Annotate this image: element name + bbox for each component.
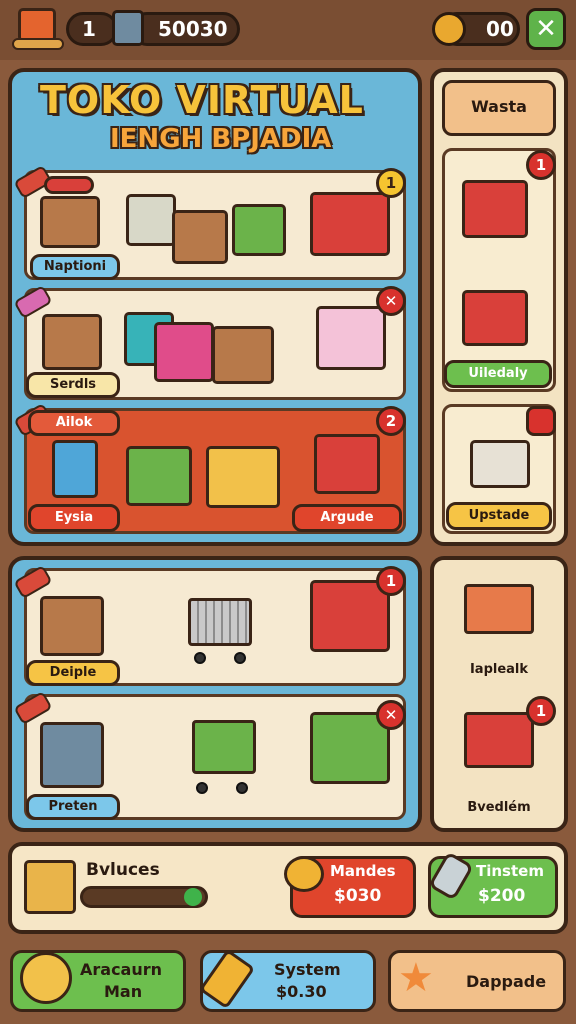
side-item-badge: 1 (526, 150, 556, 180)
progress-check-icon (184, 888, 202, 906)
info-title: Bvluces (86, 860, 160, 880)
cart-wheel (236, 782, 248, 794)
bow-box-item[interactable] (40, 596, 104, 656)
bow-grey-box-item[interactable] (40, 722, 104, 788)
package-item[interactable] (42, 314, 102, 370)
upstade-label[interactable]: Upstade (446, 502, 552, 530)
box-item[interactable] (40, 196, 100, 248)
gift-item[interactable] (232, 204, 286, 256)
level-value: 1 (82, 17, 96, 41)
cart-side-item-1[interactable] (464, 584, 534, 634)
offer-mandes-line1: Mandes (330, 862, 396, 880)
rolled-item[interactable] (44, 176, 94, 194)
offer-tinstem-line1: Tinstem (476, 862, 544, 880)
full-cart-item[interactable] (192, 720, 256, 774)
gear-icon (20, 952, 72, 1004)
produce-cart-item[interactable] (310, 192, 390, 256)
register-item[interactable] (314, 434, 380, 494)
books-item[interactable] (470, 440, 530, 488)
shelf-3-right-label[interactable]: Argudе (292, 504, 402, 532)
joystick-box-item[interactable] (172, 210, 228, 264)
cash-register-icon (112, 10, 144, 46)
coin-bag-icon (284, 856, 324, 892)
ticket-icon (432, 12, 466, 46)
shelf-1-badge: 1 (376, 168, 406, 198)
lower-shelf-2-label: Preten (26, 794, 120, 820)
home-crate-icon[interactable] (12, 4, 64, 52)
store-subtitle: IENGH BPJADIA (110, 124, 332, 154)
cart-side-item-2[interactable] (464, 712, 534, 768)
veggie-cart-item[interactable] (310, 580, 390, 652)
gift-red-item[interactable] (462, 290, 528, 346)
nav-2-line2: $0.30 (276, 982, 327, 1001)
shelf-3-header: Ailok (28, 410, 120, 436)
coins-value: 50030 (158, 17, 228, 41)
side-item-label[interactable]: Uiledaly (444, 360, 552, 388)
gift-box-item[interactable] (316, 306, 386, 370)
close-button[interactable]: ✕ (526, 8, 566, 50)
shelf-3-left-label[interactable]: Eysia (28, 504, 120, 532)
grid-icon[interactable] (526, 406, 556, 436)
nav-1-line2: Man (104, 982, 143, 1001)
lower-side-badge: 1 (526, 696, 556, 726)
parcel-item[interactable] (126, 194, 176, 246)
store-title: TOKO VIRTUAL (40, 78, 364, 122)
tablet-item[interactable] (52, 440, 98, 498)
lower-side-label-1: Iaplealk (469, 662, 529, 677)
cart-wheel (196, 782, 208, 794)
lower-side-label-2: Bvedlém (467, 800, 531, 815)
gift-item[interactable] (126, 446, 192, 506)
lower-shelf-1-badge: 1 (376, 566, 406, 596)
shelf-2-badge[interactable]: ✕ (376, 286, 406, 316)
pink-box-item[interactable] (154, 322, 214, 382)
bowl-item[interactable] (206, 446, 280, 508)
nav-2-line1: System (274, 960, 341, 979)
star-icon: ★ (398, 955, 434, 1001)
shelf-1-label: Naptioni (30, 254, 120, 280)
shelf-2-label: Serdls (26, 372, 120, 398)
cart-wheel (194, 652, 206, 664)
offer-mandes-line2: $030 (334, 886, 382, 906)
nav-3-line1: Dappade (466, 972, 547, 991)
shelf-3-badge: 2 (376, 406, 406, 436)
lower-shelf-2-badge[interactable]: ✕ (376, 700, 406, 730)
gems-value: 00 (486, 17, 514, 41)
nav-1-line1: Aracaurn (80, 960, 163, 979)
offer-tinstem-line2: $200 (478, 886, 526, 906)
wasta-button[interactable]: Wasta (442, 80, 556, 136)
cart-wheel (234, 652, 246, 664)
toolbox-icon (24, 860, 76, 914)
shopping-cart-item[interactable] (188, 598, 252, 646)
lower-shelf-1-label: Deiple (26, 660, 120, 686)
laptop-box-item[interactable] (462, 180, 528, 238)
joystick-item[interactable] (212, 326, 274, 384)
